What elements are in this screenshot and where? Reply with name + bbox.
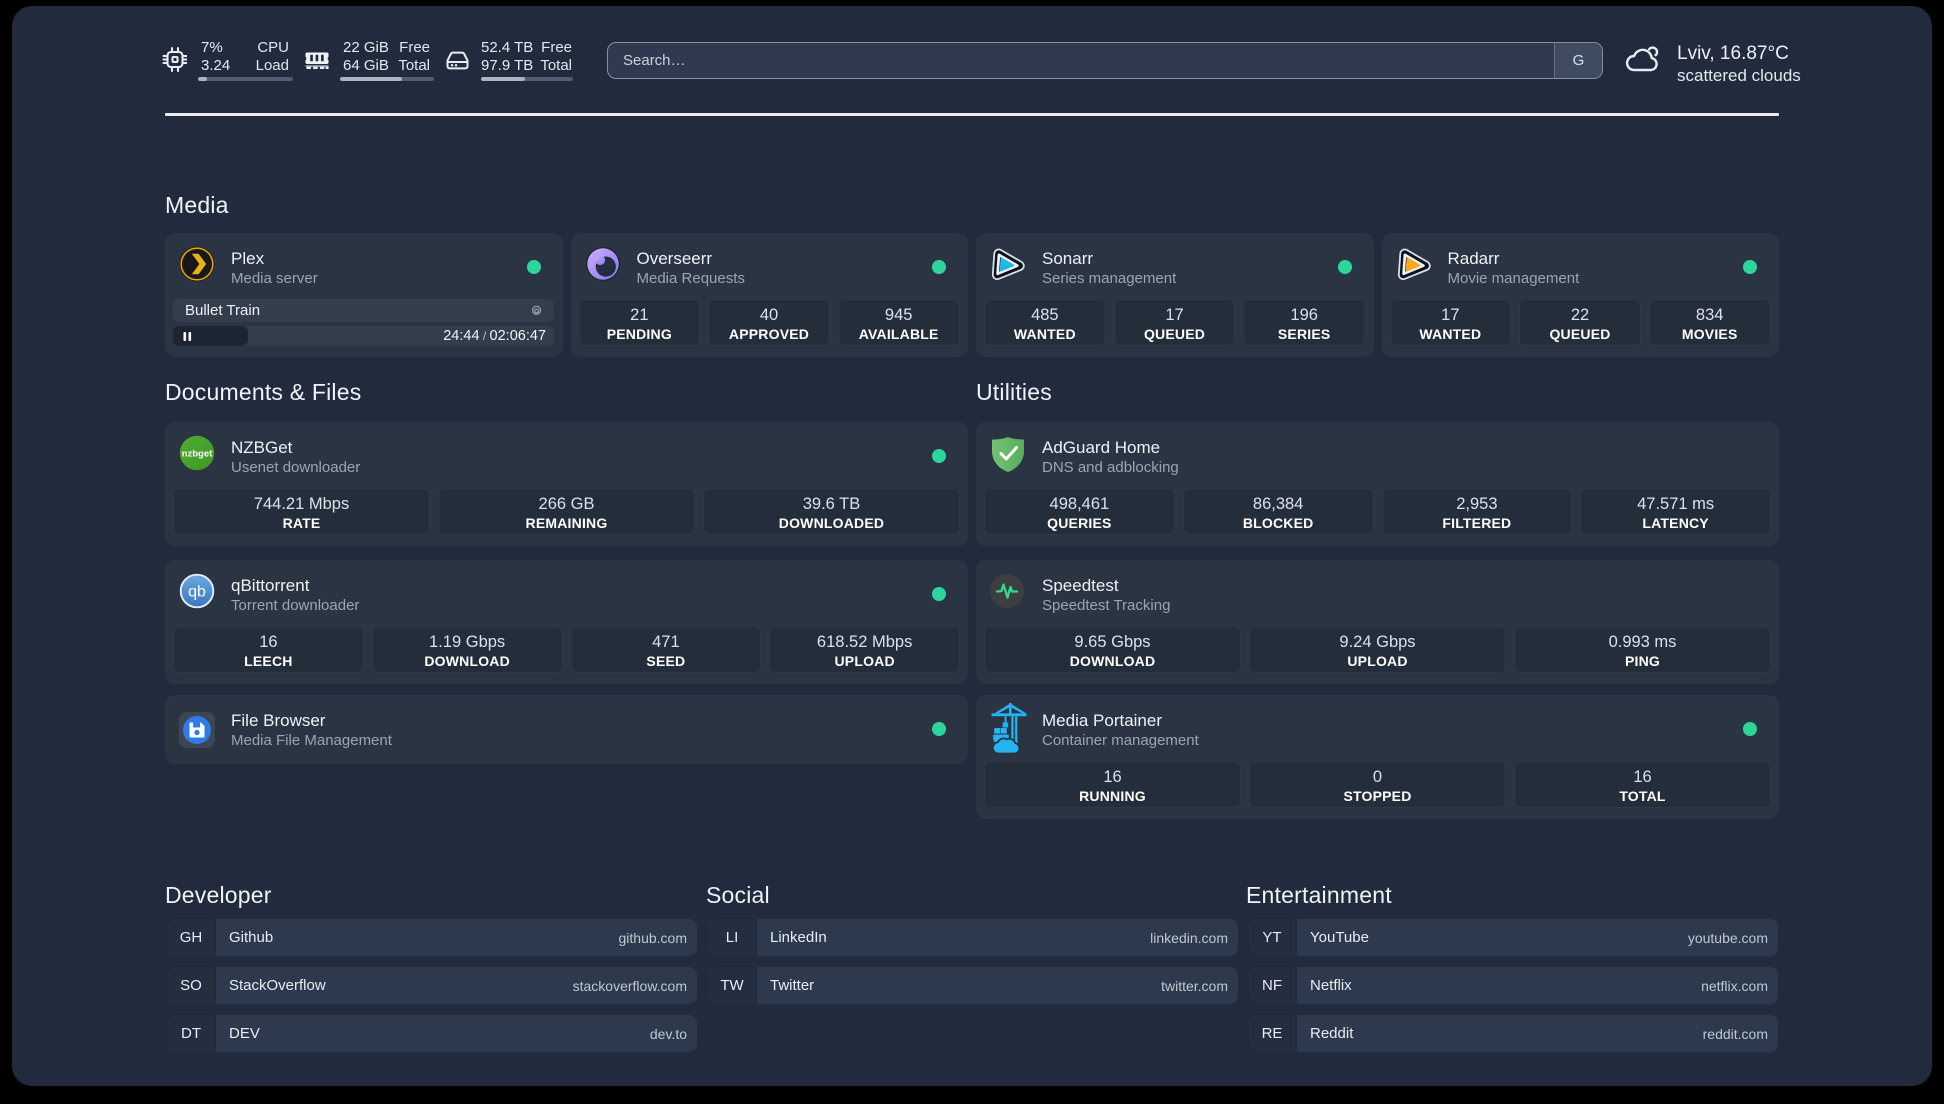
svg-text:qb: qb xyxy=(188,584,206,601)
svg-text:nzbget: nzbget xyxy=(182,449,213,460)
